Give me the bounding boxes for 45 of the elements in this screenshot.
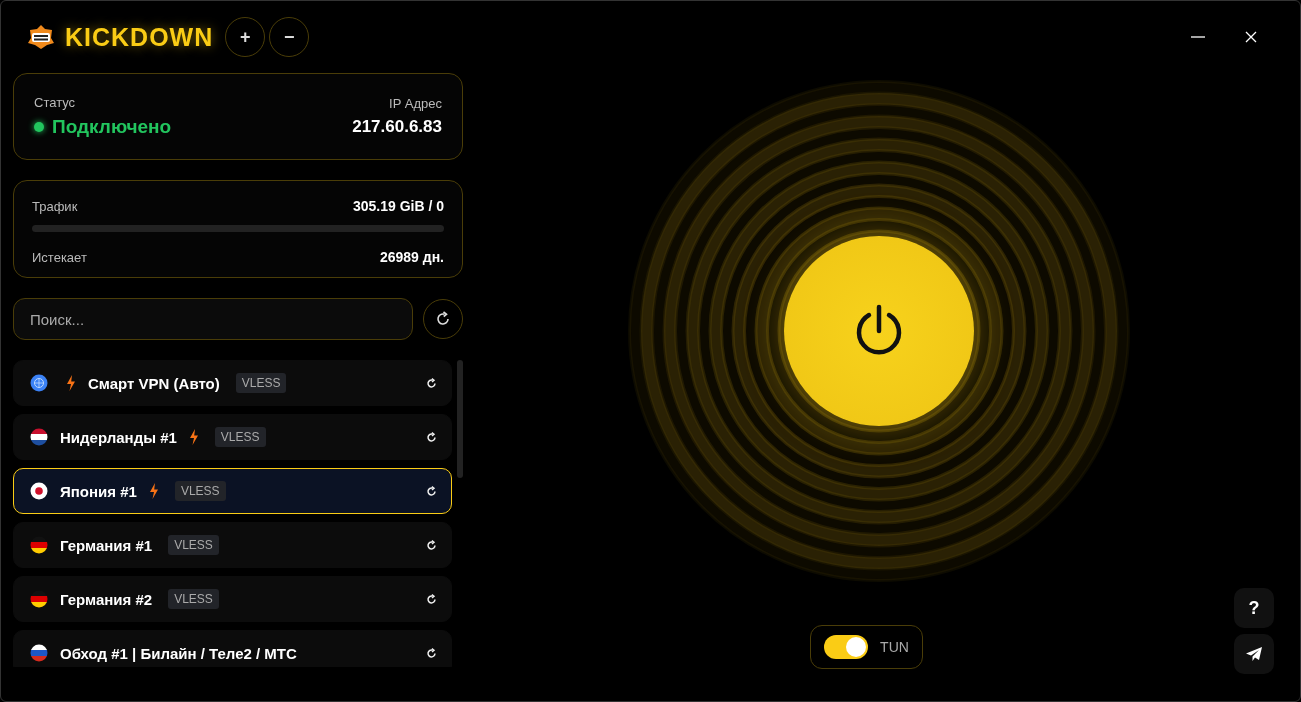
traffic-value: 305.19 GiB / 0	[352, 198, 444, 214]
ip-label: IP Адрес	[389, 96, 442, 111]
logo-icon	[27, 24, 55, 50]
search-field[interactable]: Поиск...	[13, 298, 413, 340]
refresh-icon[interactable]	[426, 647, 437, 659]
protocol-tag: VLESS	[174, 481, 226, 501]
status-label: Статус	[34, 95, 77, 110]
tun-label: TUN	[880, 639, 909, 655]
status-value: Подключено	[52, 116, 172, 138]
server-name: Смарт VPN (Авто)	[88, 374, 220, 392]
expires-label: Истекает	[32, 249, 87, 265]
server-name: Германия #1	[60, 536, 153, 554]
protocol-tag: VLESS	[235, 373, 287, 393]
expires-value: 26989 дн.	[379, 249, 444, 265]
refresh-icon[interactable]	[426, 539, 437, 551]
protocol-tag: VLESS	[214, 427, 266, 447]
ip-value: 217.60.6.83	[352, 117, 442, 137]
server-item[interactable]: Обход #1 | Билайн / Теле2 / МТС	[13, 630, 452, 667]
telegram-button[interactable]	[1234, 634, 1274, 674]
server-item[interactable]: Нидерланды #1 VLESS	[13, 414, 452, 460]
refresh-icon[interactable]	[426, 431, 437, 443]
server-item[interactable]: Германия #2 VLESS	[13, 576, 452, 622]
close-icon	[1245, 31, 1257, 43]
zoom-in-button[interactable]: +	[225, 17, 266, 57]
server-name: Обход #1 | Билайн / Теле2 / МТС	[60, 644, 297, 662]
paper-plane-icon	[1245, 646, 1263, 662]
server-item[interactable]: Германия #1 VLESS	[13, 522, 452, 568]
server-item[interactable]: Япония #1 VLESS	[13, 468, 452, 514]
server-name: Германия #2	[60, 590, 153, 608]
refresh-button[interactable]	[423, 299, 463, 339]
app-title: KICKDOWN	[65, 22, 214, 52]
refresh-icon[interactable]	[426, 593, 437, 605]
protocol-tag: VLESS	[168, 535, 219, 555]
zoom-out-button[interactable]: −	[269, 17, 310, 57]
protocol-tag: VLESS	[168, 589, 219, 609]
tun-toggle[interactable]	[824, 635, 869, 659]
refresh-icon	[435, 311, 451, 327]
scrollbar[interactable]	[457, 360, 463, 478]
refresh-icon[interactable]	[426, 377, 437, 389]
server-name: Нидерланды #1	[60, 428, 177, 446]
server-item[interactable]: Смарт VPN (Авто) VLESS	[13, 360, 452, 406]
server-name: Япония #1	[60, 482, 137, 500]
refresh-icon[interactable]	[426, 485, 437, 497]
help-button[interactable]: ?	[1234, 588, 1274, 628]
traffic-label: Трафик	[32, 198, 78, 214]
